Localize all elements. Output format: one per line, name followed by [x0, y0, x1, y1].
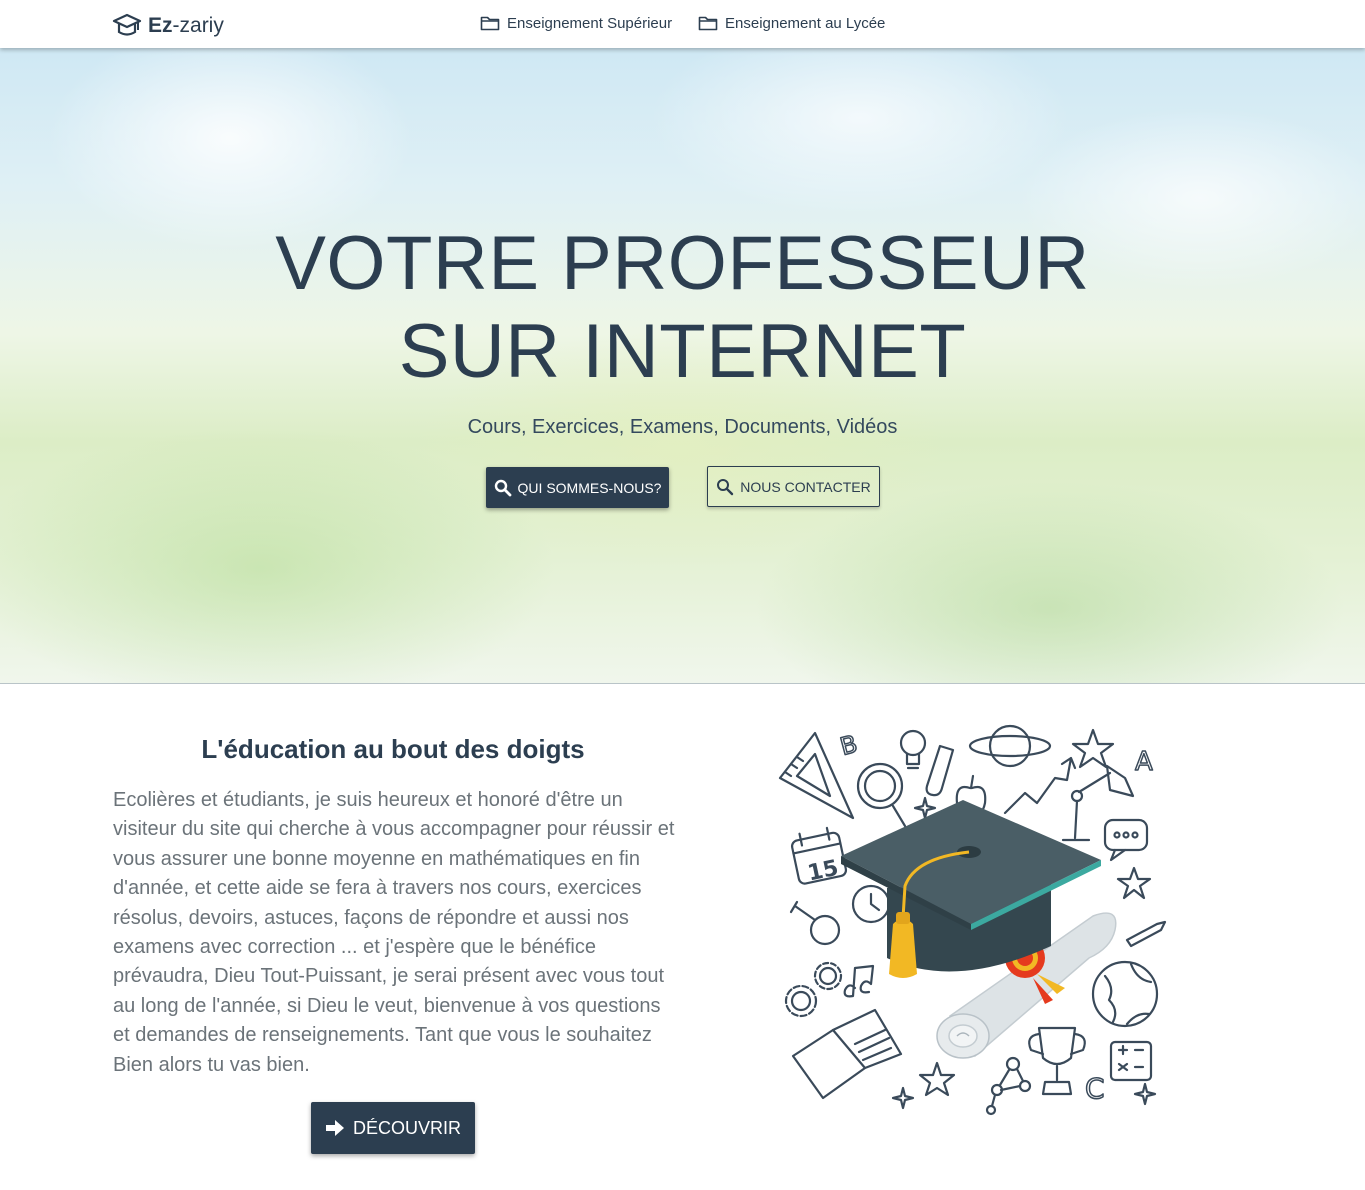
folder-icon — [698, 16, 718, 31]
letter-b-icon: B — [837, 730, 860, 761]
discover-button[interactable]: DÉCOUVRIR — [311, 1102, 475, 1154]
desk-lamp-icon — [1061, 764, 1135, 842]
hero-title-line-1: VOTRE PROFESSEUR — [275, 221, 1090, 306]
open-book-icon — [791, 1008, 903, 1100]
search-icon — [717, 478, 734, 495]
molecule-icon — [985, 1056, 1032, 1116]
brand-name-strong: Ez — [148, 14, 173, 37]
hero-section: VOTRE PROFESSEUR SUR INTERNET Cours, Exe… — [0, 48, 1365, 684]
star-icon — [1116, 866, 1152, 900]
hero-title-line-2: SUR INTERNET — [398, 309, 967, 394]
calendar-day: 15 — [806, 856, 841, 887]
test-tube-icon — [925, 744, 955, 797]
search-icon — [494, 479, 511, 496]
clock-icon — [851, 884, 891, 924]
arrow-right-icon — [325, 1120, 344, 1136]
planet-icon — [968, 724, 1052, 768]
calculator-icon — [1109, 1040, 1153, 1082]
folder-icon — [480, 16, 500, 31]
nav-link-enseignement-superieur[interactable]: Enseignement Supérieur — [480, 12, 672, 34]
nav-link-label: Enseignement Supérieur — [507, 14, 673, 32]
pencil-icon — [1125, 920, 1167, 948]
brand-logo-link[interactable]: Ez -zariy — [112, 12, 224, 40]
section-title: L'éducation au bout des doigts — [201, 734, 585, 764]
light-bulb-icon — [899, 729, 927, 770]
star-icon — [918, 1061, 956, 1097]
gear-icon — [813, 961, 843, 991]
nav-link-enseignement-lycee[interactable]: Enseignement au Lycée — [698, 12, 885, 34]
hero-subtitle: Cours, Exercices, Examens, Documents, Vi… — [467, 416, 898, 438]
gear-icon — [784, 984, 818, 1018]
top-navbar: Ez -zariy Enseignement Supérieur Enseigne… — [0, 0, 1365, 48]
trophy-icon — [1028, 1026, 1086, 1096]
globe-icon — [1091, 960, 1159, 1028]
hero-title: VOTRE PROFESSEUR SUR INTERNET — [0, 220, 1365, 396]
speech-bubble-icon — [1103, 818, 1149, 862]
about-us-button-label: QUI SOMMES-NOUS? — [517, 479, 662, 496]
star-icon — [1071, 728, 1115, 769]
letter-c-icon: C — [1085, 1072, 1105, 1105]
sparkle-icon — [891, 1086, 915, 1110]
nav-link-label: Enseignement au Lycée — [725, 14, 886, 32]
contact-button[interactable]: NOUS CONTACTER — [707, 466, 880, 507]
music-note-icon — [843, 964, 875, 998]
brand-name-rest: -zariy — [172, 14, 224, 37]
discover-button-label: DÉCOUVRIR — [352, 1117, 461, 1138]
letter-a-icon: A — [1135, 747, 1153, 777]
graduation-cap-icon — [112, 13, 142, 36]
section-paragraph: Ecolières et étudiants, je suis heureux … — [113, 789, 675, 1076]
about-us-button[interactable]: QUI SOMMES-NOUS? — [486, 467, 669, 508]
sparkle-icon — [1133, 1082, 1157, 1106]
education-illustration: B A 15 C — [778, 724, 1167, 1116]
magnifier-icon — [856, 762, 907, 828]
flask-icon — [789, 900, 841, 946]
contact-button-label: NOUS CONTACTER — [740, 478, 871, 495]
